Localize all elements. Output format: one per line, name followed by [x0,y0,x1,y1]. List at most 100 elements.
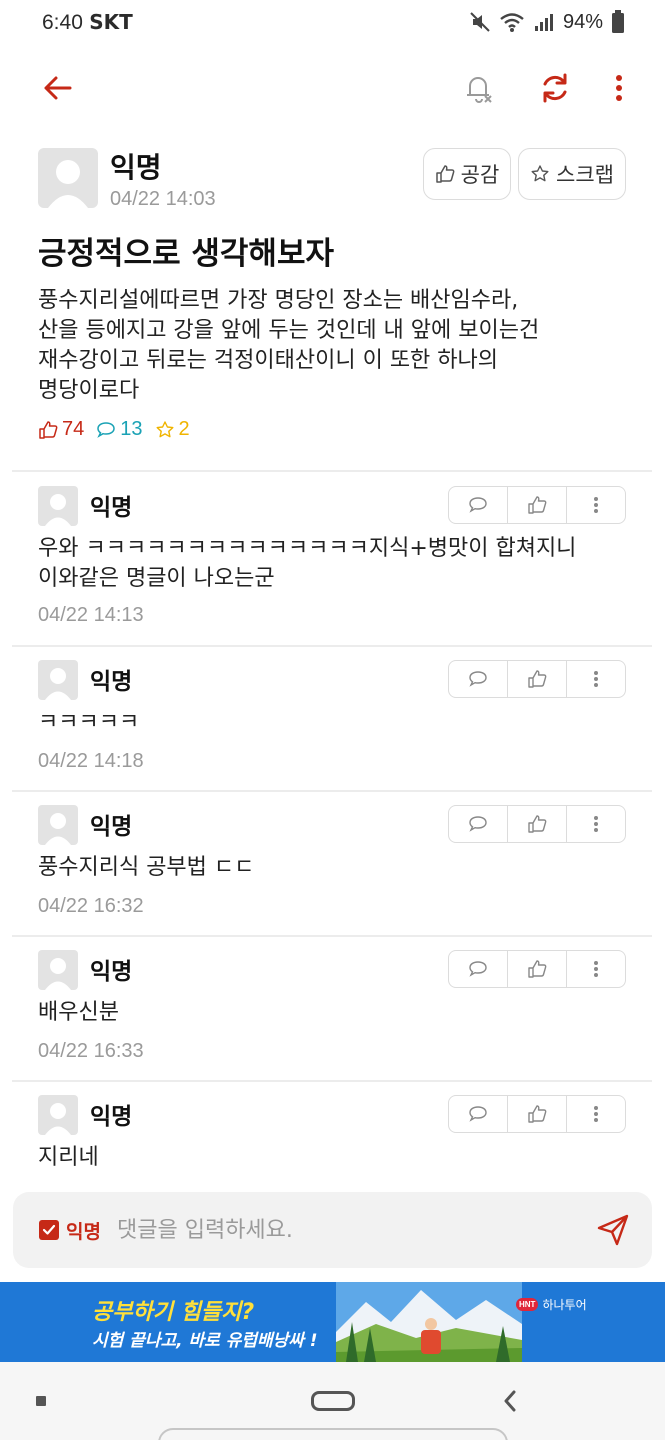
thumbs-up-icon [528,1105,547,1123]
comment-like-button[interactable] [508,1096,567,1132]
speech-bubble-icon [469,816,487,832]
post-body: 풍수지리설에따르면 가장 명당인 장소는 배산임수라, 산을 등에지고 강을 앞… [38,286,638,406]
post-scrap-label: 스크랩 [556,163,614,187]
scrap-count: 2 [155,418,190,441]
post-date: 04/22 14:03 [110,188,216,210]
comment-text: 지리네 [38,1145,99,1170]
divider [12,1080,652,1082]
ad-banner[interactable]: 공부하기 힘들지? 시험 끝나고, 바로 유럽배낭싸 ! HNT 하나투어 [0,1282,665,1362]
comment-author: 익명 [90,814,133,840]
reply-button[interactable] [449,951,508,987]
post-body-line: 풍수지리설에따르면 가장 명당인 장소는 배산임수라, [38,288,519,313]
mute-icon [470,12,490,32]
anonymous-checkbox[interactable] [39,1220,59,1240]
refresh-icon[interactable] [535,68,575,108]
default-avatar-icon [45,494,71,526]
battery-icon [612,10,624,33]
thumbs-up-icon [528,815,547,833]
ad-subline: 시험 끝나고, 바로 유럽배낭싸 ! [92,1331,318,1351]
divider [12,470,652,472]
brand-name: 하나투어 [542,1298,587,1312]
reply-button[interactable] [449,806,508,842]
thumbs-up-icon [528,670,547,688]
default-avatar-icon [48,160,88,208]
divider [12,935,652,937]
comment-avatar [38,486,78,526]
thumbs-up-icon [528,960,547,978]
speech-bubble-icon [469,671,487,687]
more-vertical-icon [594,497,598,513]
comment-avatar [38,950,78,990]
divider [12,790,652,792]
signal-icon [534,14,553,31]
more-vertical-icon [594,1106,598,1122]
comment-more-button[interactable] [567,951,625,987]
comment-more-button[interactable] [567,487,625,523]
default-avatar-icon [45,813,71,845]
reply-button[interactable] [449,661,508,697]
comment-date: 04/22 16:32 [38,895,144,917]
brand-badge: HNT [516,1298,539,1311]
comment-more-button[interactable] [567,661,625,697]
notification-off-bell-icon[interactable] [458,68,498,108]
more-vertical-icon [594,671,598,687]
comment-more-button[interactable] [567,1096,625,1132]
comment-date: 04/22 16:33 [38,1040,144,1062]
mountain-hiker-illustration [336,1282,522,1362]
back-arrow-icon[interactable] [38,68,78,108]
post-body-line: 산을 등에지고 강을 앞에 두는 것인데 내 앞에 보이는건 [38,318,540,343]
speech-bubble-icon [97,421,116,438]
like-count: 74 [38,418,84,441]
recent-apps-icon[interactable] [36,1396,46,1406]
comment-avatar [38,1095,78,1135]
post-stats: 74 13 2 [38,418,190,441]
clock: 6:40 [42,10,83,34]
comment-input[interactable] [117,1208,577,1252]
top-app-bar [0,60,665,116]
post-scrap-button[interactable]: 스크랩 [518,148,626,200]
comment-author: 익명 [90,959,133,985]
comment-like-button[interactable] [508,661,567,697]
star-icon [531,165,549,182]
checkmark-icon [42,1224,56,1235]
author-avatar [38,148,98,208]
more-vertical-icon [594,961,598,977]
back-chevron-icon[interactable] [500,1388,520,1414]
home-icon[interactable] [311,1391,355,1411]
comment-avatar [38,660,78,700]
wifi-icon [500,13,524,32]
speech-bubble-icon [469,961,487,977]
comment-count: 13 [96,418,143,441]
send-icon[interactable] [595,1212,631,1248]
comment-avatar [38,805,78,845]
ad-headline: 공부하기 힘들지? [92,1300,255,1325]
comment-actions [448,1095,626,1133]
anonymous-label[interactable]: 익명 [66,1217,101,1244]
reply-button[interactable] [449,487,508,523]
reply-button[interactable] [449,1096,508,1132]
comment-like-button[interactable] [508,487,567,523]
comment-actions [448,805,626,843]
comment-like-button[interactable] [508,951,567,987]
comment-more-button[interactable] [567,806,625,842]
thumbs-up-icon [39,420,58,439]
default-avatar-icon [45,958,71,990]
ad-brand: HNT 하나투어 [516,1296,587,1313]
post-like-button[interactable]: 공감 [423,148,511,200]
comment-text: 풍수지리식 공부법 ㄷㄷ [38,855,255,880]
star-icon [156,420,173,437]
comment-text: 배우신분 [38,1000,119,1025]
carrier-name: SKT [89,9,133,34]
status-time: 6:40 SKT [42,10,133,35]
thumbs-up-icon [435,165,455,183]
comment-like-button[interactable] [508,806,567,842]
post-body-line: 명당이로다 [38,378,140,403]
post-body-line: 재수강이고 뒤로는 걱정이태산이니 이 또한 하나의 [38,348,499,373]
gesture-handle [158,1428,508,1440]
default-avatar-icon [45,668,71,700]
divider [12,645,652,647]
speech-bubble-icon [469,1106,487,1122]
more-options-icon[interactable] [606,68,632,108]
post-title: 긍정적으로 생각해보자 [38,236,334,272]
battery-percent: 94% [562,10,603,33]
